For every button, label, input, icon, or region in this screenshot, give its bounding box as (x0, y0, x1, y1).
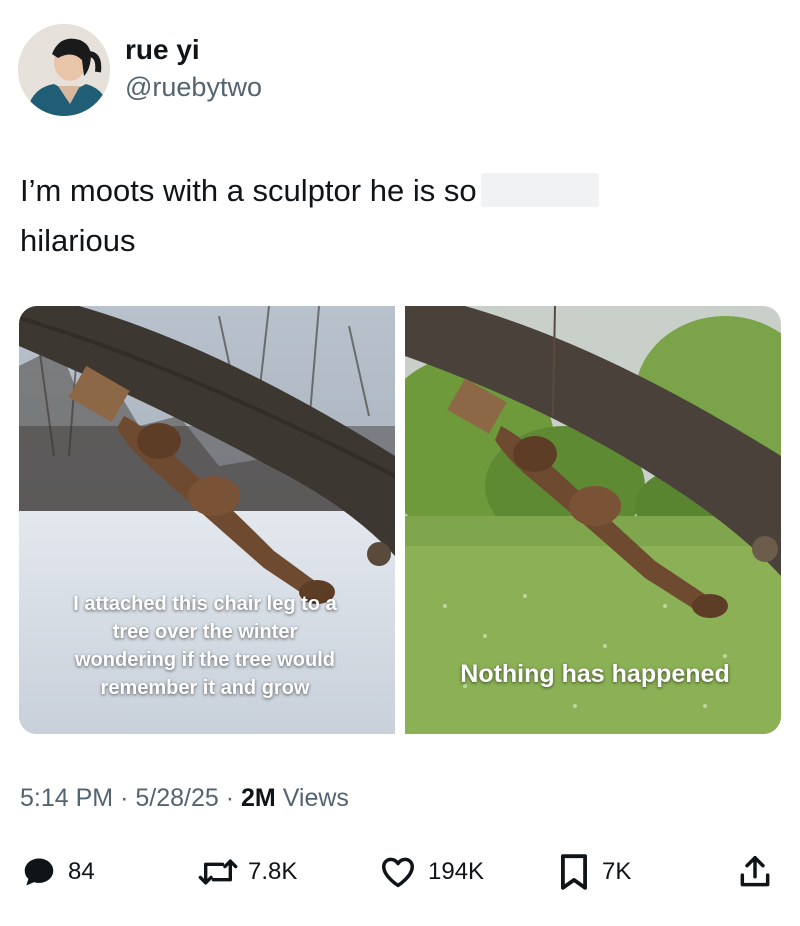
tweet-time[interactable]: 5:14 PM (20, 784, 113, 812)
bookmark-button[interactable]: 7K (556, 852, 631, 892)
repost-icon (198, 859, 238, 885)
tweet-date[interactable]: 5/28/25 (135, 784, 218, 812)
tweet-text-line1: I’m moots with a sculptor he is so (20, 173, 477, 208)
reply-icon (24, 858, 54, 886)
tweet-text: I’m moots with a sculptor he is so hilar… (20, 166, 720, 266)
views-label: Views (282, 784, 349, 812)
reply-count: 84 (68, 858, 95, 885)
avatar[interactable] (18, 24, 110, 116)
user-handle[interactable]: @ruebytwo (125, 72, 262, 103)
photo-caption-left: I attached this chair leg to a tree over… (73, 593, 337, 699)
repost-button[interactable]: 7.8K (198, 852, 297, 892)
share-button[interactable] (736, 852, 774, 892)
tweet-meta: 5:14 PM · 5/28/25 · 2M Views (20, 784, 349, 813)
meta-separator: · (120, 784, 129, 812)
redacted-block (480, 173, 599, 207)
reply-button[interactable]: 84 (20, 852, 95, 892)
bookmark-icon (561, 854, 587, 890)
like-icon (382, 857, 414, 888)
photo-caption-right: Nothing has happened (460, 660, 730, 688)
like-count: 194K (428, 858, 485, 885)
bookmark-count: 7K (602, 858, 632, 885)
views-count: 2M (241, 784, 276, 812)
meta-separator: · (225, 784, 235, 812)
display-name[interactable]: rue yi (125, 34, 200, 66)
like-button[interactable]: 194K (378, 852, 484, 892)
share-icon (740, 856, 770, 887)
tweet-text-line2: hilarious (20, 223, 136, 258)
repost-count: 7.8K (248, 858, 298, 885)
